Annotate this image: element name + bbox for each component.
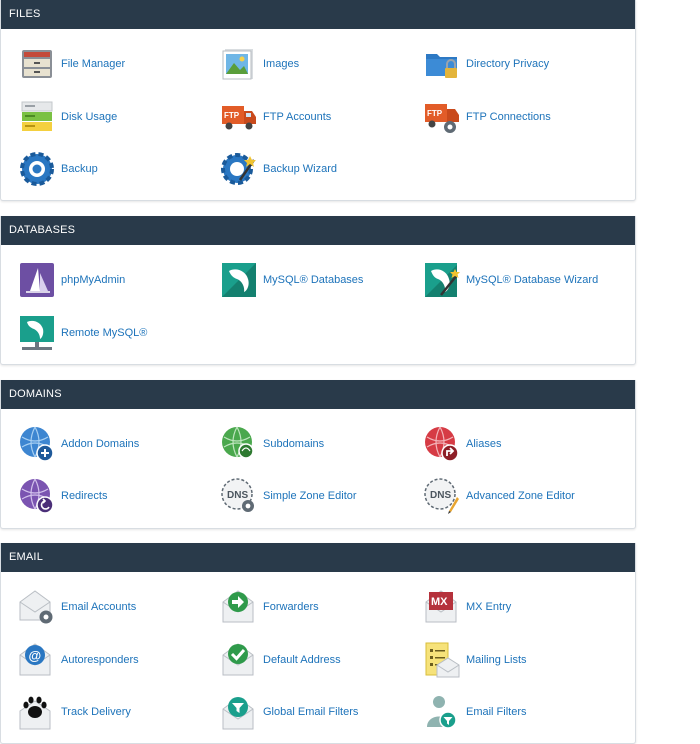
mysql-databases-icon bbox=[222, 263, 256, 297]
phpmyadmin-icon bbox=[20, 263, 54, 297]
backup-wizard-icon bbox=[221, 153, 256, 185]
forwarders-icon bbox=[222, 590, 254, 623]
item-label: Email Filters bbox=[466, 706, 527, 718]
item-label: FTP Connections bbox=[466, 111, 551, 123]
item-label: phpMyAdmin bbox=[61, 274, 126, 286]
item-label: Autoresponders bbox=[61, 654, 139, 666]
directory-privacy-icon bbox=[426, 54, 457, 78]
item-label: Subdomains bbox=[263, 438, 325, 450]
cpanel-page: FILES File Manager Images Directory Priv… bbox=[0, 0, 700, 744]
file-manager-link[interactable]: File Manager bbox=[18, 44, 218, 84]
section-header: DATABASES bbox=[1, 216, 635, 245]
at-text: @ bbox=[29, 648, 42, 663]
item-label: Track Delivery bbox=[61, 706, 131, 718]
phpmyadmin-link[interactable]: phpMyAdmin bbox=[18, 260, 218, 300]
email-accounts-link[interactable]: Email Accounts bbox=[18, 587, 218, 627]
ftp-text: FTP bbox=[224, 111, 240, 120]
remote-mysql-icon bbox=[20, 316, 54, 350]
mx-entry-icon: MX bbox=[425, 590, 457, 623]
item-label: File Manager bbox=[61, 58, 126, 70]
global-email-filters-link[interactable]: Global Email Filters bbox=[220, 692, 420, 732]
disk-usage-icon bbox=[21, 101, 53, 131]
default-address-icon bbox=[222, 643, 254, 676]
item-label: Remote MySQL® bbox=[61, 327, 148, 339]
ftp-text: FTP bbox=[427, 109, 443, 118]
item-label: Directory Privacy bbox=[466, 58, 550, 70]
subdomains-icon bbox=[222, 426, 254, 459]
backup-icon bbox=[20, 152, 54, 186]
item-label: Addon Domains bbox=[61, 438, 140, 450]
domains-section: DOMAINS Addon Domains Subdomains Aliases… bbox=[0, 380, 636, 529]
item-label: Aliases bbox=[466, 438, 502, 450]
images-icon bbox=[222, 49, 253, 80]
mysql-databases-link[interactable]: MySQL® Databases bbox=[220, 260, 420, 300]
redirects-icon bbox=[20, 478, 54, 514]
item-label: MX Entry bbox=[466, 601, 512, 613]
item-label: Simple Zone Editor bbox=[263, 490, 357, 502]
advanced-zone-editor-link[interactable]: DNS Advanced Zone Editor bbox=[423, 476, 623, 516]
dns-text: DNS bbox=[430, 490, 451, 501]
backup-wizard-link[interactable]: Backup Wizard bbox=[220, 149, 420, 189]
aliases-link[interactable]: Aliases bbox=[423, 424, 623, 464]
mx-entry-link[interactable]: MX MX Entry bbox=[423, 587, 623, 627]
forwarders-link[interactable]: Forwarders bbox=[220, 587, 420, 627]
item-label: FTP Accounts bbox=[263, 111, 332, 123]
item-label: MySQL® Databases bbox=[263, 274, 364, 286]
mx-text: MX bbox=[431, 596, 448, 608]
item-label: Advanced Zone Editor bbox=[466, 490, 575, 502]
addon-domains-icon bbox=[20, 426, 54, 462]
subdomains-link[interactable]: Subdomains bbox=[220, 424, 420, 464]
email-filters-link[interactable]: Email Filters bbox=[423, 692, 623, 732]
ftp-connections-link[interactable]: FTP FTP Connections bbox=[423, 97, 623, 137]
global-email-filters-icon bbox=[222, 697, 254, 730]
email-filters-icon bbox=[427, 696, 457, 729]
item-label: Redirects bbox=[61, 490, 108, 502]
autoresponders-link[interactable]: @ Autoresponders bbox=[18, 640, 218, 680]
track-delivery-icon bbox=[19, 696, 51, 730]
item-label: MySQL® Database Wizard bbox=[466, 274, 599, 286]
files-section: FILES File Manager Images Directory Priv… bbox=[0, 0, 636, 201]
section-header: DOMAINS bbox=[1, 380, 635, 409]
simple-zone-editor-link[interactable]: DNS Simple Zone Editor bbox=[220, 476, 420, 516]
item-label: Backup bbox=[61, 163, 98, 175]
mailing-lists-icon bbox=[425, 642, 460, 678]
remote-mysql-link[interactable]: Remote MySQL® bbox=[18, 313, 218, 353]
backup-link[interactable]: Backup bbox=[18, 149, 218, 189]
email-accounts-icon bbox=[19, 590, 53, 624]
images-link[interactable]: Images bbox=[220, 44, 420, 84]
file-manager-icon bbox=[22, 50, 52, 78]
mysql-database-wizard-icon bbox=[425, 263, 460, 297]
simple-zone-editor-icon: DNS bbox=[221, 478, 254, 512]
section-header: EMAIL bbox=[1, 543, 635, 572]
item-label: Disk Usage bbox=[61, 111, 118, 123]
default-address-link[interactable]: Default Address bbox=[220, 640, 420, 680]
item-label: Global Email Filters bbox=[263, 706, 359, 718]
addon-domains-link[interactable]: Addon Domains bbox=[18, 424, 218, 464]
autoresponders-icon: @ bbox=[19, 643, 51, 676]
item-label: Backup Wizard bbox=[263, 163, 337, 175]
directory-privacy-link[interactable]: Directory Privacy bbox=[423, 44, 623, 84]
ftp-accounts-icon: FTP bbox=[222, 106, 256, 130]
mailing-lists-link[interactable]: Mailing Lists bbox=[423, 640, 623, 680]
redirects-link[interactable]: Redirects bbox=[18, 476, 218, 516]
track-delivery-link[interactable]: Track Delivery bbox=[18, 692, 218, 732]
disk-usage-link[interactable]: Disk Usage bbox=[18, 97, 218, 137]
email-section: EMAIL Email Accounts Forwarders MX MX En… bbox=[0, 543, 636, 744]
aliases-icon bbox=[425, 426, 459, 462]
item-label: Email Accounts bbox=[61, 601, 137, 613]
section-header: FILES bbox=[1, 0, 635, 29]
item-label: Default Address bbox=[263, 654, 341, 666]
item-label: Mailing Lists bbox=[466, 654, 527, 666]
ftp-connections-icon: FTP bbox=[425, 104, 459, 133]
item-label: Images bbox=[263, 58, 300, 70]
dns-text: DNS bbox=[227, 490, 248, 501]
databases-section: DATABASES phpMyAdmin MySQL® Databases My… bbox=[0, 216, 636, 365]
item-label: Forwarders bbox=[263, 601, 319, 613]
mysql-database-wizard-link[interactable]: MySQL® Database Wizard bbox=[423, 260, 623, 300]
ftp-accounts-link[interactable]: FTP FTP Accounts bbox=[220, 97, 420, 137]
advanced-zone-editor-icon: DNS bbox=[424, 478, 459, 514]
